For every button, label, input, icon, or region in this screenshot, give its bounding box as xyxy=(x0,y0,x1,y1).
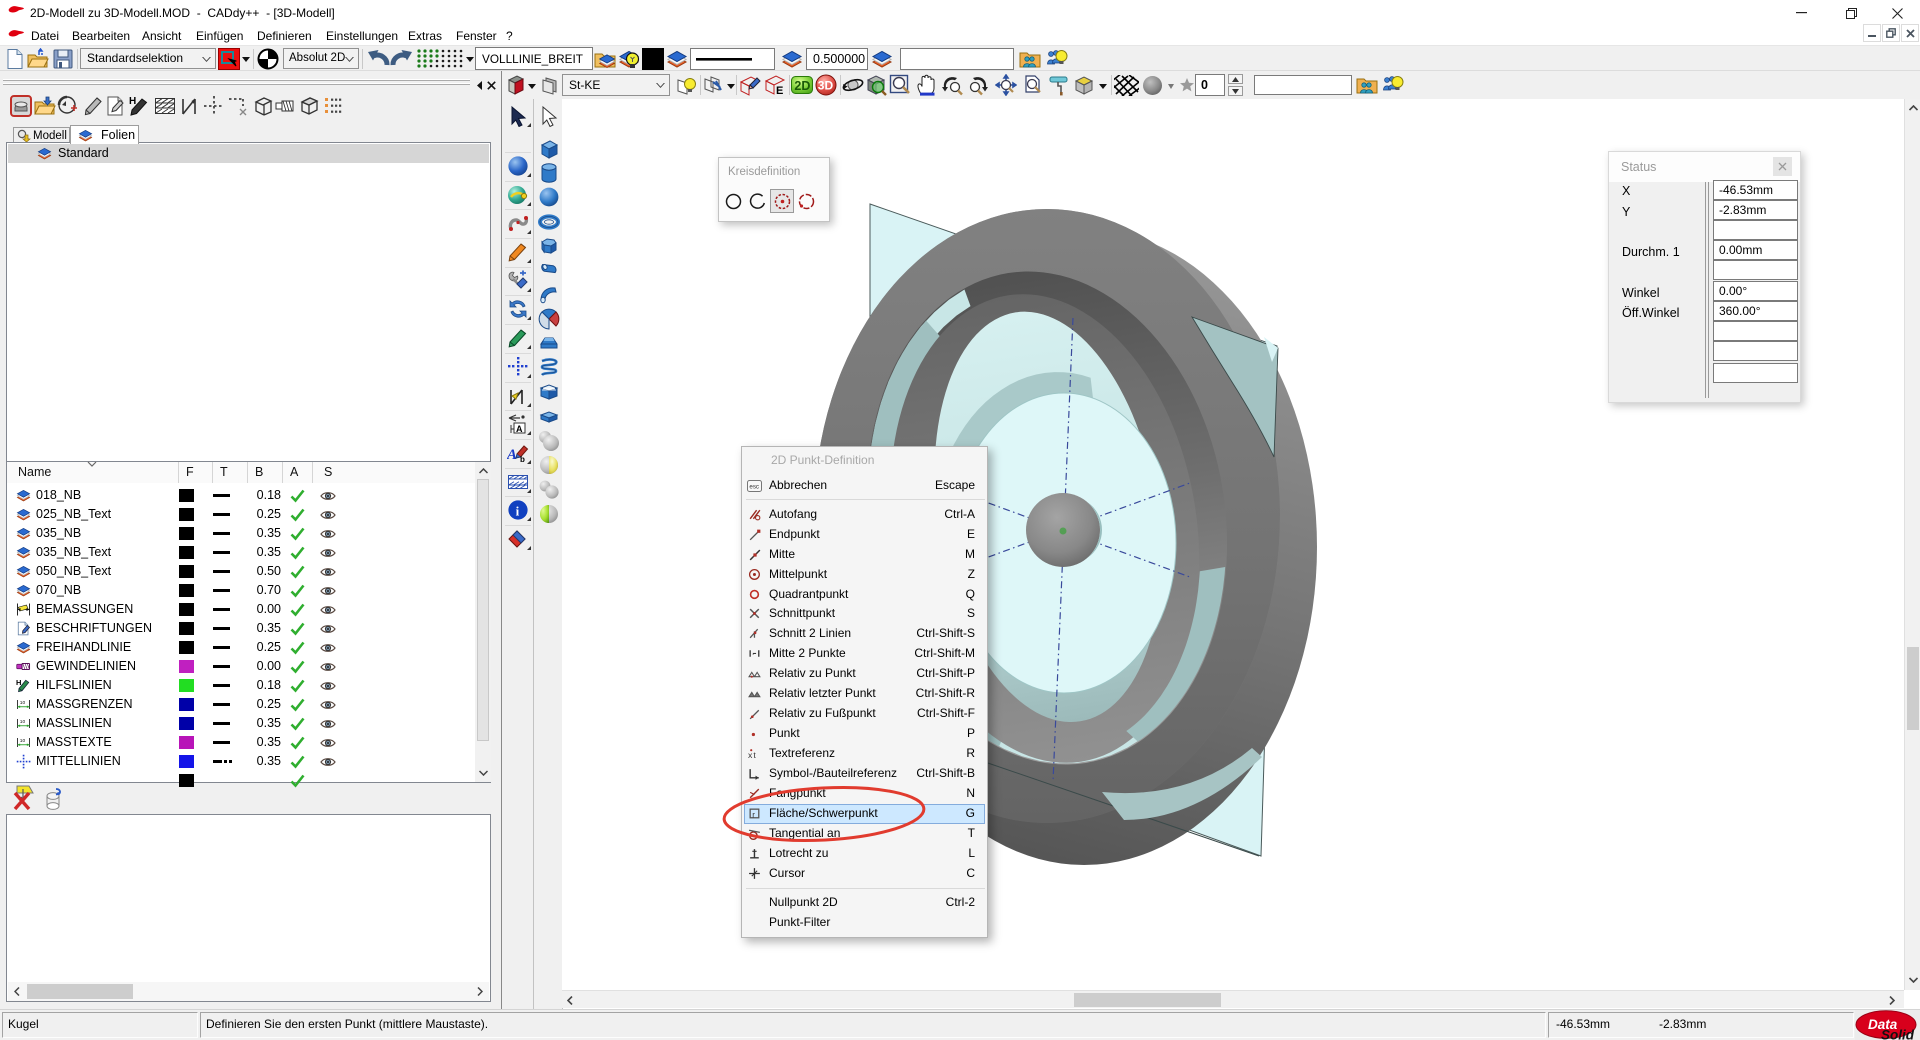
svg-text:H: H xyxy=(129,96,136,107)
svg-text:2D: 2D xyxy=(794,79,810,93)
svg-text:b: b xyxy=(520,455,525,464)
svg-text:E: E xyxy=(776,85,783,96)
svg-text:i: i xyxy=(516,504,520,519)
svg-text:Solid: Solid xyxy=(1881,1028,1915,1040)
svg-text:esc: esc xyxy=(749,484,759,491)
svg-text:x: x xyxy=(748,750,753,760)
svg-text:·: · xyxy=(752,650,755,659)
svg-text:3D: 3D xyxy=(818,79,834,93)
svg-text:A: A xyxy=(507,447,517,463)
svg-text:A: A xyxy=(516,424,523,434)
svg-text:t: t xyxy=(753,750,756,760)
